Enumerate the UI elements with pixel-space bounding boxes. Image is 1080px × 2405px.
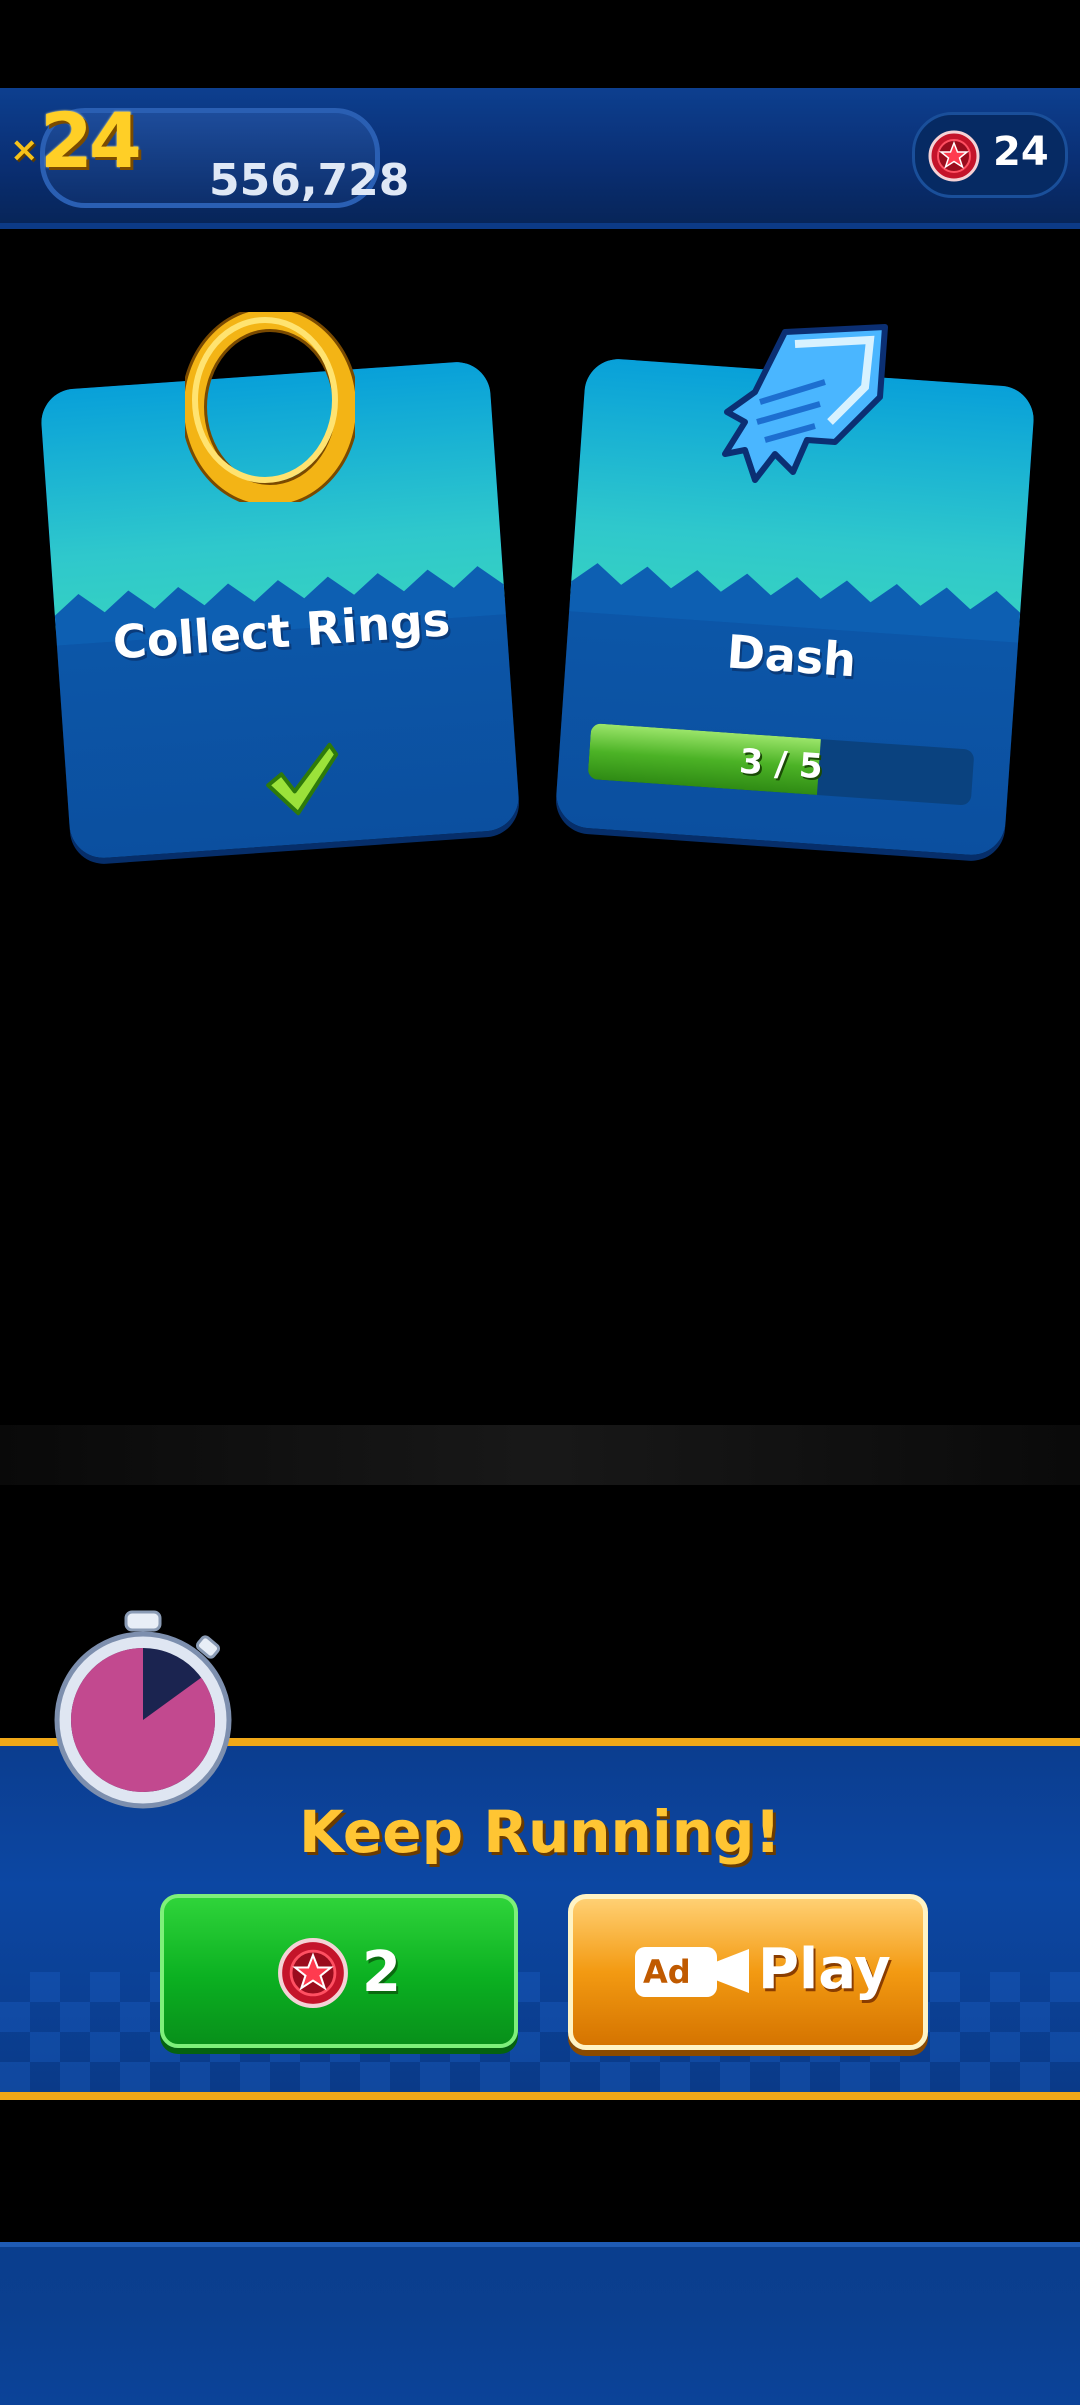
play-label: Play [758,1937,891,2002]
dash-crystal-icon [722,324,888,483]
bottom-bar [0,2242,1080,2405]
red-star-rings-counter: 24 [912,112,1068,198]
red-star-ring-icon [278,1938,348,2008]
stopwatch-timer-icon [54,1610,232,1809]
watch-ad-play-button[interactable]: Ad Play [568,1894,928,2050]
ad-badge-label: Ad [643,1953,691,1991]
ad-badge: Ad [635,1947,717,1997]
status-bar [0,0,1080,88]
revive-cost: 2 [362,1940,401,2005]
checkmark-icon [266,742,339,816]
revive-with-rings-button[interactable]: 2 [160,1894,518,2048]
score-multiplier: 24 [40,96,142,185]
video-camera-icon [713,1949,749,1993]
multiplier-prefix: × [10,130,39,170]
mission-progress-bar: 3 / 5 [587,723,975,806]
gold-ring-icon [185,312,355,502]
background-ledge [0,1425,1080,1485]
red-star-ring-icon [928,130,980,182]
top-hud: 556,728 × 24 24 [0,88,1080,229]
red-star-rings-count: 24 [993,129,1049,175]
score-value: 556,728 [209,155,410,206]
